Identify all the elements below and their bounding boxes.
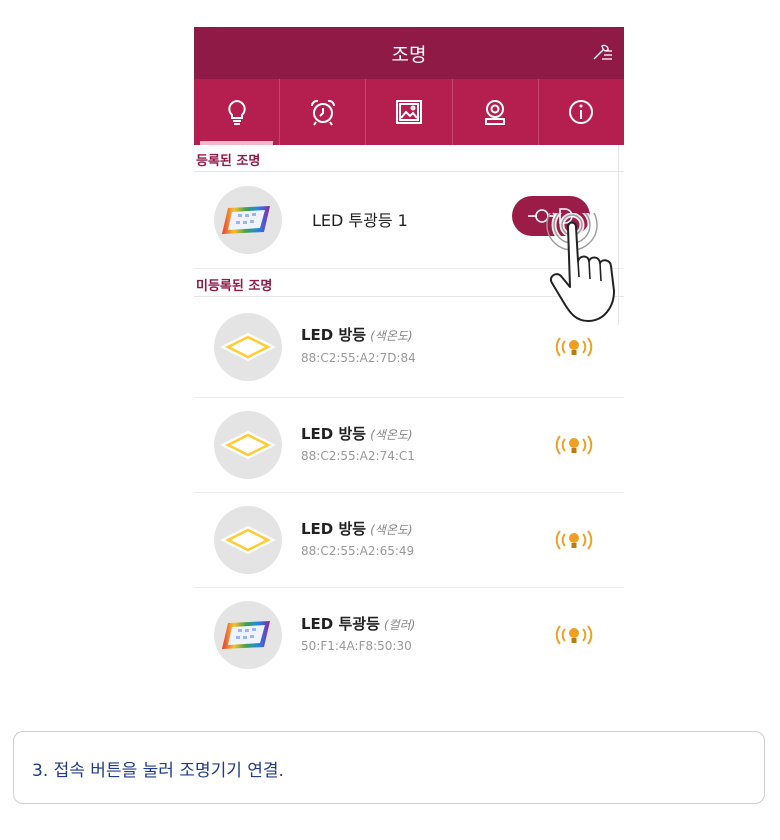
avatar: [214, 186, 282, 254]
ceiling-light-icon: [220, 431, 276, 459]
tab-bar: [194, 79, 624, 145]
info-icon: [569, 100, 594, 124]
unregistered-light-item[interactable]: LED 투광등 (컬러) 50:F1:4A:F8:50:30: [194, 588, 624, 682]
device-name: LED 방등 (색온도): [301, 520, 413, 538]
flood-light-icon: [222, 621, 270, 649]
ceiling-light-icon: [220, 333, 276, 361]
flood-light-icon: [222, 206, 270, 234]
device-name: LED 방등 (색온도): [301, 425, 413, 443]
caption-box: 3. 접속 버튼을 눌러 조명기기 연결.: [13, 731, 765, 804]
device-mac: 88:C2:55:A2:65:49: [301, 544, 415, 558]
unregistered-light-item[interactable]: LED 방등 (색온도) 88:C2:55:A2:74:C1: [194, 398, 624, 492]
tab-lighting[interactable]: [194, 79, 281, 145]
caption-text: 3. 접속 버튼을 눌러 조명기기 연결.: [32, 761, 284, 781]
registered-section-header: 등록된 조명: [194, 145, 624, 172]
device-name: LED 투광등 (컬러): [301, 615, 416, 633]
camera-icon: [485, 100, 506, 125]
device-mac: 88:C2:55:A2:74:C1: [301, 449, 415, 463]
tab-info[interactable]: [539, 79, 624, 145]
tab-camera[interactable]: [453, 79, 539, 145]
tab-alarm[interactable]: [280, 79, 367, 145]
registered-header-label: 등록된 조명: [196, 154, 261, 169]
avatar: [214, 411, 282, 479]
phone-screen: 조명 등록된 조명 LED 투광등 1 미등록된 조명 LED 방등 (색온도)…: [194, 27, 624, 687]
device-mac: 88:C2:55:A2:7D:84: [301, 351, 416, 365]
picture-icon: [396, 100, 422, 124]
unregistered-light-item[interactable]: LED 방등 (색온도) 88:C2:55:A2:65:49: [194, 493, 624, 587]
signal-bulb-icon[interactable]: [550, 332, 598, 362]
unregistered-header-label: 미등록된 조명: [196, 279, 273, 294]
app-bar: 조명: [194, 27, 624, 79]
pointing-hand-icon: [546, 213, 615, 322]
signal-bulb-icon[interactable]: [550, 620, 598, 650]
bulb-icon: [227, 99, 246, 125]
alarm-clock-icon: [310, 99, 335, 126]
avatar: [214, 601, 282, 669]
signal-bulb-icon[interactable]: [550, 430, 598, 460]
tab-picture[interactable]: [366, 79, 453, 145]
device-mac: 50:F1:4A:F8:50:30: [301, 639, 412, 653]
avatar: [214, 313, 282, 381]
device-name: LED 방등 (색온도): [301, 326, 413, 344]
avatar: [214, 506, 282, 574]
settings-wrench-icon[interactable]: [590, 41, 614, 65]
registered-light-name: LED 투광등 1: [312, 211, 408, 230]
page-title: 조명: [391, 44, 427, 66]
ceiling-light-icon: [220, 526, 276, 554]
signal-bulb-icon[interactable]: [550, 525, 598, 555]
